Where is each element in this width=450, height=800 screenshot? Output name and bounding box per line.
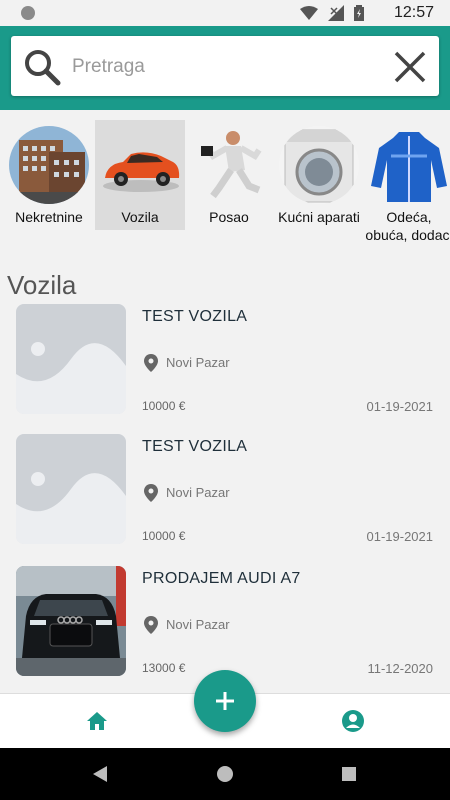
listing-location: Novi Pazar	[166, 355, 230, 370]
listing-item[interactable]: TEST VOZILA Novi Pazar 10000 € 01-19-202…	[0, 434, 450, 566]
listing-date: 01-19-2021	[366, 399, 434, 414]
listing-price: 10000 €	[142, 529, 186, 543]
add-icon	[216, 692, 234, 710]
listing-item[interactable]: TEST VOZILA Novi Pazar 10000 € 01-19-202…	[0, 304, 450, 436]
listing-placeholder-image	[16, 304, 126, 414]
listing-car-image	[16, 566, 126, 676]
wifi-icon	[300, 6, 318, 20]
section-title: Vozila	[7, 270, 77, 300]
listing-price: 10000 €	[142, 399, 186, 413]
category-label: Vozila	[121, 209, 159, 225]
location-pin-icon	[144, 616, 158, 634]
category-vozila[interactable]: Vozila	[95, 120, 185, 230]
back-icon[interactable]	[93, 766, 107, 782]
profile-icon[interactable]	[341, 709, 365, 733]
category-nekretnine[interactable]: Nekretnine	[4, 120, 94, 230]
location-pin-icon	[144, 484, 158, 502]
add-listing-button[interactable]	[194, 670, 256, 732]
status-icons	[300, 5, 364, 21]
search-header: Pretraga	[0, 26, 450, 110]
car-image	[101, 126, 181, 204]
category-posao[interactable]: Posao	[184, 120, 274, 230]
category-label: Kućni aparati	[278, 209, 360, 225]
category-strip: Nekretnine Vozila Posao Kućni aparati Od…	[0, 118, 450, 268]
listing-title: TEST VOZILA	[142, 438, 248, 455]
listing-title: TEST VOZILA	[142, 308, 248, 325]
recent-apps-icon[interactable]	[342, 767, 356, 781]
system-navigation-bar	[0, 748, 450, 800]
category-label: Posao	[209, 209, 249, 225]
businessman-image	[189, 126, 269, 204]
listing-title: PRODAJEM AUDI A7	[142, 570, 301, 587]
building-image	[9, 126, 89, 204]
search-icon[interactable]	[23, 48, 61, 86]
washing-machine-image	[279, 126, 359, 204]
jacket-image	[369, 126, 449, 204]
battery-icon	[354, 5, 364, 21]
listing-price: 13000 €	[142, 661, 186, 675]
home-icon[interactable]	[86, 710, 108, 732]
listing-location: Novi Pazar	[166, 617, 230, 632]
search-input[interactable]: Pretraga	[11, 36, 439, 96]
close-icon[interactable]	[393, 50, 427, 84]
status-bar: 12:57	[0, 0, 450, 26]
notification-dot-icon	[21, 6, 35, 20]
signal-icon	[328, 5, 344, 21]
listing-date: 11-12-2020	[367, 661, 433, 676]
status-time: 12:57	[393, 4, 434, 21]
category-kucni-aparati[interactable]: Kućni aparati	[274, 120, 364, 230]
category-label: Odeća, obuća, dodaci	[365, 209, 450, 243]
category-label: Nekretnine	[15, 209, 83, 225]
location-pin-icon	[144, 354, 158, 372]
listing-date: 01-19-2021	[366, 529, 434, 544]
category-odeca[interactable]: Odeća, obuća, dodaci	[364, 120, 450, 243]
home-button-icon[interactable]	[217, 766, 233, 782]
listing-location: Novi Pazar	[166, 485, 230, 500]
search-placeholder: Pretraga	[72, 56, 145, 77]
listing-placeholder-image	[16, 434, 126, 544]
